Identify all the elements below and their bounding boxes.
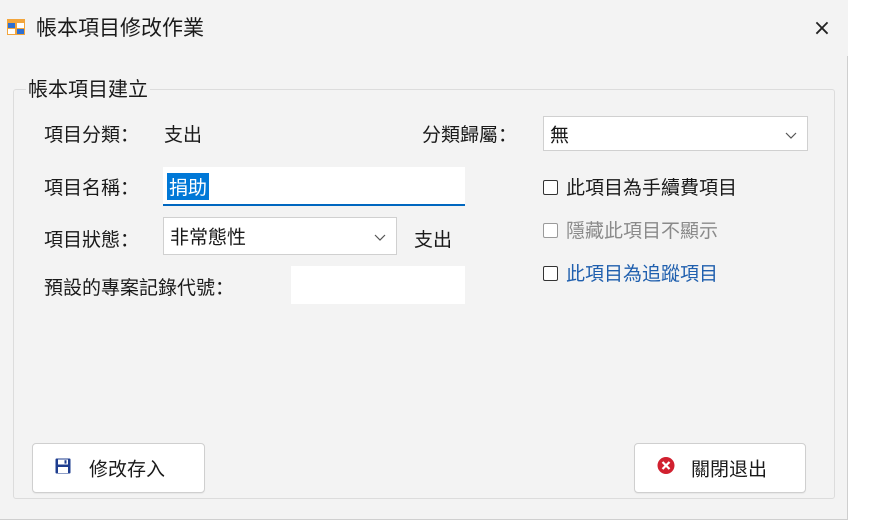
cancel-circle-icon (657, 457, 675, 480)
fee-item-checkbox-label: 此項目為手續費項目 (566, 177, 738, 199)
title-bar: 帳本項目修改作業 × (0, 0, 848, 56)
category-value: 支出 (164, 124, 203, 146)
dialog-window: 帳本項目修改作業 × 帳本項目建立 項目分類： 支出 分類歸屬： 無 項目名稱：… (0, 0, 848, 520)
item-status-value: 非常態性 (170, 226, 247, 249)
hide-item-checkbox-box[interactable] (543, 222, 558, 238)
item-status-label: 項目狀態： (44, 229, 140, 251)
track-item-checkbox-label: 此項目為追蹤項目 (566, 263, 719, 285)
hide-item-checkbox[interactable]: 隱藏此項目不顯示 (543, 216, 718, 243)
project-code-label: 預設的專案記錄代號： (44, 277, 235, 299)
track-item-checkbox[interactable]: 此項目為追蹤項目 (543, 259, 718, 286)
project-code-input[interactable] (291, 266, 465, 304)
parent-category-select[interactable]: 無 (543, 116, 808, 151)
window-title: 帳本項目修改作業 (36, 16, 204, 40)
chevron-down-icon (374, 225, 386, 247)
item-name-label: 項目名稱： (44, 177, 140, 199)
track-item-checkbox-box[interactable] (543, 265, 558, 281)
parent-category-value: 無 (550, 124, 570, 146)
close-window-icon[interactable]: × (803, 12, 841, 46)
item-name-value: 捐助 (167, 173, 210, 200)
save-button-label: 修改存入 (89, 458, 166, 481)
app-window-icon (7, 19, 25, 35)
fee-item-checkbox-box[interactable] (543, 179, 558, 195)
group-box-label: 帳本項目建立 (26, 73, 150, 102)
save-button[interactable]: 修改存入 (32, 443, 205, 493)
floppy-disk-icon (55, 457, 71, 479)
hide-item-checkbox-label: 隱藏此項目不顯示 (566, 220, 719, 242)
close-button[interactable]: 關閉退出 (634, 443, 806, 493)
item-name-input[interactable]: 捐助 (163, 167, 465, 206)
fee-item-checkbox[interactable]: 此項目為手續費項目 (543, 173, 737, 200)
category-label: 項目分類： (44, 124, 140, 146)
chevron-down-icon (785, 123, 797, 145)
close-button-label: 關閉退出 (691, 458, 768, 481)
item-status-type: 支出 (414, 229, 453, 251)
item-status-select[interactable]: 非常態性 (163, 217, 397, 255)
parent-category-label: 分類歸屬： (422, 124, 518, 146)
